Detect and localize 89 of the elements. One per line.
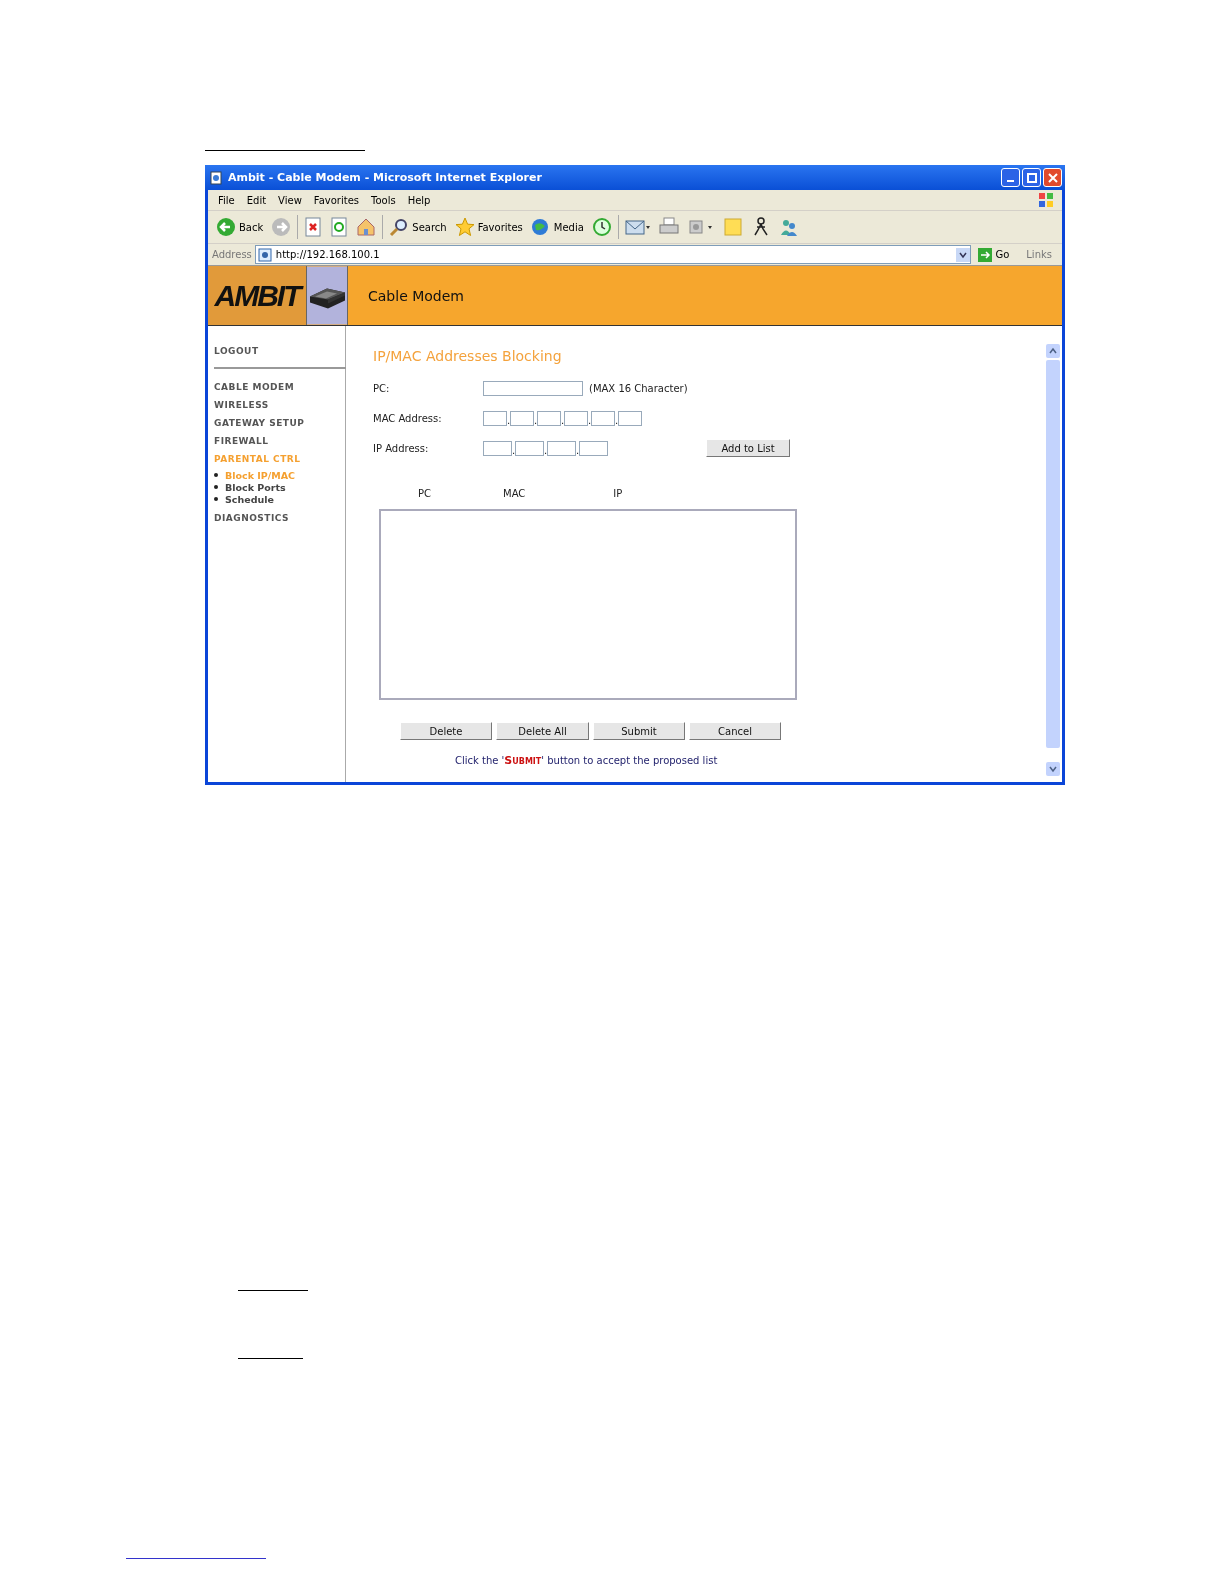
- home-icon: [356, 217, 377, 237]
- back-icon: [216, 217, 236, 237]
- field-label: MAC Address:: [373, 412, 443, 424]
- menu-item[interactable]: Edit: [240, 194, 273, 206]
- separator: .: [576, 446, 579, 456]
- input-field[interactable]: [579, 440, 608, 456]
- column-header: MAC: [503, 488, 526, 501]
- dropdown-icon[interactable]: [956, 247, 971, 262]
- field-hint: (MAX 16 Character): [589, 382, 688, 394]
- action-button[interactable]: Delete: [400, 722, 492, 740]
- envelope-icon: [624, 217, 651, 237]
- nav-item[interactable]: CABLE MODEM: [214, 382, 345, 392]
- scrollbar[interactable]: [1046, 344, 1060, 776]
- input-field[interactable]: [483, 410, 507, 426]
- action-button[interactable]: Cancel: [689, 722, 781, 740]
- close-icon: [1047, 172, 1058, 183]
- separator: .: [561, 416, 564, 426]
- menu-item[interactable]: Favorites: [307, 194, 365, 206]
- links-label[interactable]: Links: [1026, 249, 1062, 260]
- bullet-icon: [214, 473, 218, 477]
- close-button[interactable]: [1043, 168, 1062, 187]
- separator: .: [615, 416, 618, 426]
- scroll-up-icon[interactable]: [1046, 344, 1060, 358]
- menu-item[interactable]: View: [272, 194, 308, 206]
- note-icon: [722, 217, 743, 237]
- browser-icon: [209, 170, 223, 185]
- menu-item[interactable]: File: [212, 194, 241, 206]
- refresh-icon: [330, 217, 349, 237]
- menu-item[interactable]: Tools: [365, 194, 402, 206]
- window-title: Ambit - Cable Modem - Microsoft Internet Explorer: [228, 171, 542, 184]
- input-field[interactable]: [483, 380, 583, 396]
- nav-subitem[interactable]: Block Ports: [225, 481, 286, 493]
- media-button[interactable]: Media: [526, 217, 588, 237]
- bullet-icon: [214, 497, 218, 501]
- stop-icon: [304, 217, 323, 237]
- back-button[interactable]: Back: [212, 217, 268, 237]
- input-field[interactable]: [515, 440, 544, 456]
- nav-subitem[interactable]: Schedule: [225, 493, 274, 505]
- field-label: PC:: [373, 382, 391, 394]
- arrow-icon: [978, 247, 993, 262]
- separator: .: [512, 446, 515, 456]
- input-field[interactable]: [547, 440, 576, 456]
- nav-item[interactable]: FIREWALL: [214, 436, 345, 446]
- globe-icon: [530, 217, 551, 237]
- instruction-text: Click the 'Submit' button to accept the proposed list: [455, 754, 719, 767]
- separator: .: [507, 416, 510, 426]
- separator: .: [544, 446, 547, 456]
- field-label: IP Address:: [373, 442, 430, 454]
- maximize-button[interactable]: [1022, 168, 1041, 187]
- list-box[interactable]: [379, 509, 797, 700]
- separator: .: [588, 416, 591, 426]
- nav-item[interactable]: GATEWAY SETUP: [214, 418, 345, 428]
- address-label: Address: [212, 249, 252, 260]
- forward-icon: [271, 217, 292, 237]
- column-header: PC: [418, 488, 431, 501]
- section-title: IP/MAC Addresses Blocking: [373, 348, 563, 364]
- scroll-down-icon[interactable]: [1046, 762, 1060, 776]
- printer-icon: [658, 217, 679, 237]
- nav-item[interactable]: WIRELESS: [214, 400, 345, 410]
- nav-item[interactable]: DIAGNOSTICS: [214, 513, 345, 523]
- clock-icon: [591, 217, 612, 237]
- logout-link[interactable]: LOGOUT: [214, 346, 345, 356]
- windows-logo-icon: [1038, 192, 1054, 208]
- page-title: Cable Modem: [368, 287, 464, 304]
- input-field[interactable]: [618, 410, 642, 426]
- search-button[interactable]: Search: [385, 217, 451, 237]
- people-icon: [778, 217, 799, 237]
- input-field[interactable]: [483, 440, 512, 456]
- favorites-button[interactable]: Favorites: [450, 217, 527, 237]
- menu-item[interactable]: Help: [401, 194, 437, 206]
- action-button[interactable]: Delete All: [496, 722, 589, 740]
- input-field[interactable]: [564, 410, 588, 426]
- minimize-button[interactable]: [1001, 168, 1020, 187]
- input-field[interactable]: [537, 410, 561, 426]
- edit-icon: [686, 217, 715, 237]
- go-button[interactable]: Go: [974, 247, 1024, 262]
- input-field[interactable]: [591, 410, 615, 426]
- input-field[interactable]: [510, 410, 534, 426]
- page-icon: [257, 247, 272, 262]
- star-icon: [454, 217, 475, 237]
- maximize-icon: [1026, 172, 1037, 183]
- minimize-icon: [1007, 179, 1014, 182]
- separator: .: [534, 416, 537, 426]
- bullet-icon: [214, 485, 218, 489]
- column-header: IP: [613, 488, 623, 501]
- add-button[interactable]: Add to List: [706, 439, 790, 457]
- action-button[interactable]: Submit: [593, 722, 685, 740]
- address-field[interactable]: http://192.168.100.1: [254, 245, 972, 264]
- search-icon: [389, 217, 410, 237]
